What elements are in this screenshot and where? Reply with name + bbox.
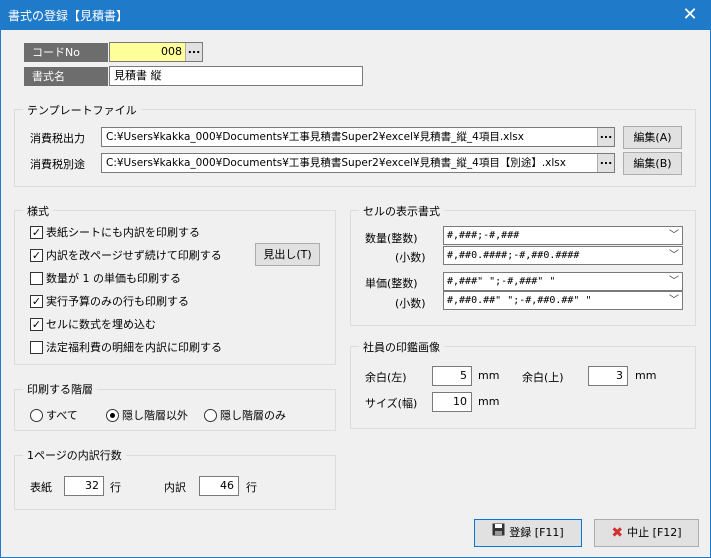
- chevron-down-icon[interactable]: ﹀: [669, 247, 679, 264]
- option-no-page-break[interactable]: ✓ 内訳を改ページせず続けて印刷する: [30, 247, 222, 263]
- cover-rows-label: 表紙: [30, 481, 52, 494]
- template-group: [14, 109, 696, 187]
- price-dec-combo[interactable]: #,##0.##" ";-#,##0.##" " ﹀: [443, 291, 683, 310]
- size-label: サイズ(幅): [365, 397, 418, 410]
- tax-out-label: 消費税出力: [30, 132, 85, 145]
- check-icon: ✓: [30, 317, 43, 331]
- code-label: コードNo: [24, 43, 108, 62]
- option-label: 法定福利費の明細を内訳に印刷する: [46, 341, 222, 354]
- price-dec-label: (小数): [395, 297, 426, 310]
- checkbox-empty: [30, 271, 43, 285]
- check-icon: ✓: [30, 294, 43, 308]
- close-icon[interactable]: ✕: [670, 1, 710, 30]
- radio-hidden-only[interactable]: 隠し階層のみ: [204, 407, 286, 423]
- seal-group-title: 社員の印鑑画像: [359, 339, 444, 355]
- tax-sep-label: 消費税別途: [30, 158, 85, 171]
- chevron-down-icon[interactable]: ﹀: [669, 292, 679, 309]
- qty-int-value: #,###;-#,###: [447, 230, 520, 241]
- option-label: 内訳を改ページせず続けて印刷する: [46, 249, 222, 262]
- margin-top-unit: mm: [635, 369, 657, 382]
- chevron-down-icon[interactable]: ﹀: [669, 273, 679, 290]
- radio-all[interactable]: すべて: [30, 407, 78, 423]
- option-label: セルに数式を埋め込む: [46, 318, 156, 331]
- floppy-disk-icon: [492, 520, 505, 546]
- margin-left-unit: mm: [478, 369, 500, 382]
- size-unit: mm: [478, 395, 500, 408]
- price-int-combo[interactable]: #,###" ";-#,###" " ﹀: [443, 272, 683, 291]
- register-label: 登録 [F11]: [509, 526, 564, 539]
- code-browse-button[interactable]: ...: [185, 43, 202, 61]
- tax-out-path-input[interactable]: C:¥Users¥kakka_000¥Documents¥工事見積書Super2…: [101, 127, 615, 147]
- tax-out-path: C:¥Users¥kakka_000¥Documents¥工事見積書Super2…: [106, 131, 524, 143]
- radio-label: 隠し階層以外: [122, 409, 188, 422]
- option-budget-only[interactable]: ✓ 実行予算のみの行も印刷する: [30, 293, 189, 309]
- style-group-title: 様式: [23, 203, 53, 219]
- tax-sep-path: C:¥Users¥kakka_000¥Documents¥工事見積書Super2…: [106, 157, 566, 169]
- dialog-window: 書式の登録【見積書】 ✕ コードNo 008 ... 書式名 見積書 縦 テンプ…: [0, 0, 711, 558]
- qty-dec-label: (小数): [395, 251, 426, 264]
- check-icon: ✓: [30, 225, 43, 239]
- option-label: 実行予算のみの行も印刷する: [46, 295, 189, 308]
- tax-sep-browse-button[interactable]: ...: [597, 154, 614, 172]
- detail-rows-unit: 行: [246, 481, 257, 494]
- margin-left-label: 余白(左): [365, 371, 407, 384]
- radio-label: 隠し階層のみ: [220, 409, 286, 422]
- option-label: 表紙シートにも内訳を印刷する: [46, 226, 200, 239]
- window-title: 書式の登録【見積書】: [8, 9, 129, 23]
- margin-top-label: 余白(上): [522, 371, 564, 384]
- cover-rows-input[interactable]: 32: [64, 476, 104, 496]
- option-welfare-detail[interactable]: 法定福利費の明細を内訳に印刷する: [30, 339, 222, 355]
- radio-circle: [30, 408, 43, 422]
- radio-circle-selected: [106, 408, 119, 422]
- format-name-label: 書式名: [24, 67, 108, 86]
- size-input[interactable]: 10: [432, 392, 472, 412]
- option-embed-formula[interactable]: ✓ セルに数式を埋め込む: [30, 316, 156, 332]
- code-value: 008: [161, 45, 182, 58]
- tax-sep-edit-button[interactable]: 編集(B): [623, 152, 682, 175]
- option-qty-one[interactable]: 数量が 1 の単価も印刷する: [30, 270, 181, 286]
- checkbox-empty: [30, 340, 43, 354]
- price-dec-value: #,##0.##" ";-#,##0.##" ": [447, 295, 592, 306]
- radio-except-hidden[interactable]: 隠し階層以外: [106, 407, 188, 423]
- heading-button[interactable]: 見出し(T): [255, 243, 320, 266]
- register-button[interactable]: 登録 [F11]: [474, 519, 582, 547]
- tax-sep-path-input[interactable]: C:¥Users¥kakka_000¥Documents¥工事見積書Super2…: [101, 153, 615, 173]
- title-bar: 書式の登録【見積書】 ✕: [1, 1, 710, 30]
- code-input[interactable]: 008 ...: [109, 42, 203, 62]
- x-mark-icon: ✖: [611, 524, 624, 541]
- radio-label: すべて: [46, 409, 78, 422]
- price-int-label: 単価(整数): [365, 277, 418, 290]
- qty-int-label: 数量(整数): [365, 232, 418, 245]
- chevron-down-icon[interactable]: ﹀: [669, 227, 679, 244]
- detail-rows-label: 内訳: [164, 481, 186, 494]
- radio-circle: [204, 408, 217, 422]
- print-level-group-title: 印刷する階層: [23, 381, 97, 397]
- seal-group: [350, 346, 696, 429]
- cancel-button[interactable]: ✖ 中止 [F12]: [594, 519, 699, 547]
- cell-format-group-title: セルの表示書式: [359, 203, 444, 219]
- qty-dec-value: #,##0.####;-#,##0.####: [447, 250, 580, 261]
- qty-int-combo[interactable]: #,###;-#,### ﹀: [443, 226, 683, 245]
- tax-out-browse-button[interactable]: ...: [597, 128, 614, 146]
- margin-top-input[interactable]: 3: [588, 366, 628, 386]
- check-icon: ✓: [30, 248, 43, 262]
- tax-out-edit-button[interactable]: 編集(A): [623, 126, 682, 149]
- format-name-input[interactable]: 見積書 縦: [109, 66, 363, 86]
- rows-per-page-group-title: 1ページの内訳行数: [23, 447, 126, 463]
- margin-left-input[interactable]: 5: [432, 366, 472, 386]
- cancel-label: 中止 [F12]: [627, 526, 682, 539]
- option-label: 数量が 1 の単価も印刷する: [46, 272, 181, 285]
- detail-rows-input[interactable]: 46: [199, 476, 239, 496]
- option-cover-details[interactable]: ✓ 表紙シートにも内訳を印刷する: [30, 224, 200, 240]
- template-group-title: テンプレートファイル: [23, 102, 141, 118]
- cover-rows-unit: 行: [110, 481, 121, 494]
- price-int-value: #,###" ";-#,###" ": [447, 276, 556, 287]
- qty-dec-combo[interactable]: #,##0.####;-#,##0.#### ﹀: [443, 246, 683, 265]
